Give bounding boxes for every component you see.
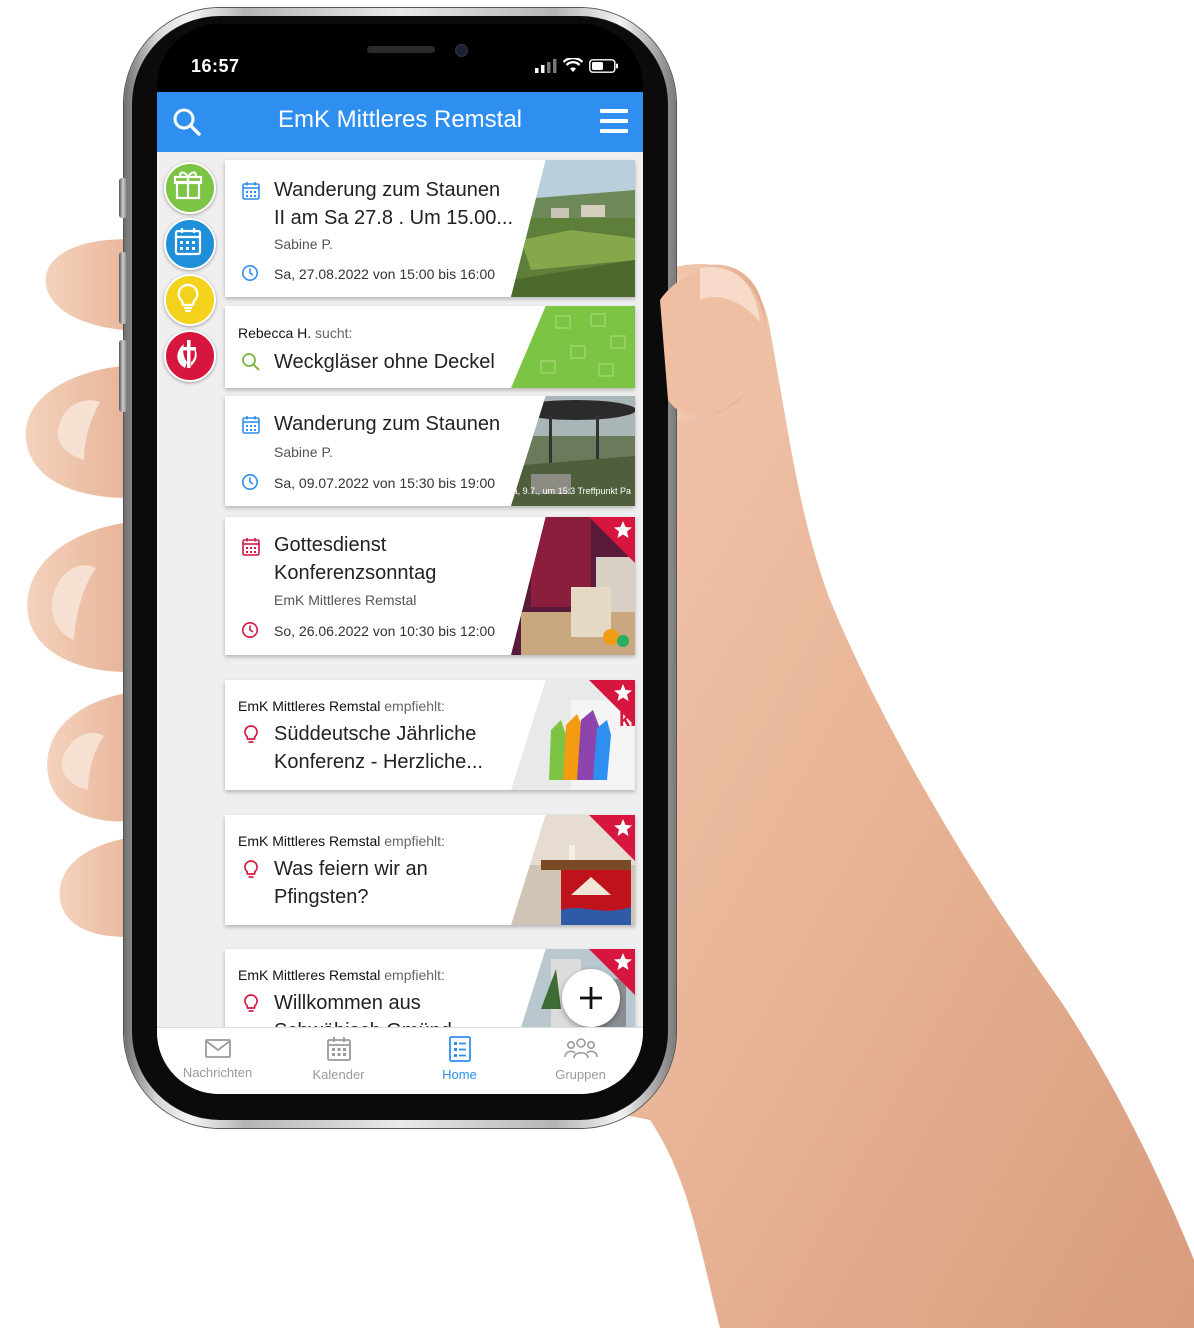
feed-card-recommendation[interactable]: EmK Mittleres Remstal empfiehlt: Süddeut… xyxy=(225,680,635,790)
list-icon xyxy=(448,1036,471,1062)
feed-card-event[interactable]: Wanderung zum Staunen Sabine P. Sa, 09.0… xyxy=(225,396,635,506)
category-gift-button[interactable] xyxy=(164,162,216,214)
feed-card-search[interactable]: Rebecca H. sucht: Weckgläser ohne Deckel xyxy=(225,306,635,388)
mail-icon xyxy=(204,1039,231,1058)
lead-suffix: empfiehlt: xyxy=(380,698,445,714)
calendar-icon xyxy=(242,182,260,200)
lead-name: EmK Mittleres Remstal xyxy=(238,967,381,983)
tab-label: Nachrichten xyxy=(182,1065,253,1080)
category-idea-button[interactable] xyxy=(164,274,216,326)
calendar-icon xyxy=(326,1037,351,1061)
card-lead: EmK Mittleres Remstal empfiehlt: xyxy=(238,698,445,714)
calendar-icon xyxy=(242,538,260,556)
group-icon xyxy=(563,1038,598,1059)
plus-icon xyxy=(580,987,602,1009)
card-title: Wanderung zum Staunen xyxy=(274,413,501,435)
card-author: Sabine P. xyxy=(274,236,333,252)
bottom-tab-bar: Nachrichten Kalender Home Gruppen xyxy=(157,1027,643,1094)
card-title: Wanderung zum Staunen II am Sa 27.8 . Um… xyxy=(274,179,514,229)
clock-icon xyxy=(242,265,258,281)
tab-kalender[interactable]: Kalender xyxy=(278,1028,399,1094)
status-time: 16:57 xyxy=(191,56,240,76)
lead-suffix: empfiehlt: xyxy=(380,833,445,849)
tab-label: Home xyxy=(442,1067,477,1082)
lead-name: EmK Mittleres Remstal xyxy=(238,698,381,714)
calendar-icon xyxy=(174,228,202,256)
search-icon xyxy=(242,353,260,371)
lead-suffix: sucht: xyxy=(311,325,353,341)
tab-label: Kalender xyxy=(312,1067,365,1082)
card-title: Weckgläser ohne Deckel xyxy=(274,351,495,373)
card-date: Sa, 09.07.2022 von 15:30 bis 19:00 xyxy=(274,475,496,491)
thumb-caption: Sa, 9.7., um 15:3 Treffpunkt Pa xyxy=(511,486,631,496)
featured-star-badge xyxy=(589,680,635,726)
thumb-caption-line1: Sa, 9.7., um 15:3 Treffpunkt Pa xyxy=(511,486,631,496)
app-window: EmK Mittleres Remstal Wanderung zum Stau… xyxy=(157,92,643,1094)
phone-volume-down xyxy=(119,340,127,412)
lead-suffix: empfiehlt: xyxy=(380,967,445,983)
card-lead: Rebecca H. sucht: xyxy=(238,325,352,341)
page-title: EmK Mittleres Remstal xyxy=(277,106,523,133)
card-thumbnail-gift-pattern xyxy=(511,306,635,388)
card-date: Sa, 27.08.2022 von 15:00 bis 16:00 xyxy=(274,266,496,282)
hamburger-menu-icon[interactable] xyxy=(599,106,629,136)
battery-icon xyxy=(589,59,618,73)
card-author: EmK Mittleres Remstal xyxy=(274,592,417,608)
card-lead: EmK Mittleres Remstal empfiehlt: xyxy=(238,833,445,849)
calendar-icon xyxy=(242,416,260,434)
front-camera xyxy=(455,44,468,57)
app-header: EmK Mittleres Remstal xyxy=(157,92,643,152)
clock-icon xyxy=(242,622,258,638)
phone-mute-switch xyxy=(119,178,127,218)
add-post-button[interactable] xyxy=(562,969,620,1027)
clock-icon xyxy=(242,474,258,490)
card-lead: EmK Mittleres Remstal empfiehlt: xyxy=(238,967,445,983)
lightbulb-icon xyxy=(244,725,258,743)
featured-star-badge xyxy=(589,815,635,861)
lightbulb-icon xyxy=(177,283,199,313)
gift-icon xyxy=(173,171,203,200)
status-icons xyxy=(535,58,619,73)
phone-volume-up xyxy=(119,252,127,324)
tab-home[interactable]: Home xyxy=(399,1028,520,1094)
card-title: Süddeutsche Jährliche Konferenz - Herzli… xyxy=(274,723,483,773)
speaker-grille xyxy=(367,46,435,53)
card-date: So, 26.06.2022 von 10:30 bis 12:00 xyxy=(274,623,496,639)
card-title: Was feiern wir an Pfingsten? xyxy=(274,858,428,908)
wifi-icon xyxy=(563,58,583,72)
card-author: Sabine P. xyxy=(274,444,333,460)
category-calendar-button[interactable] xyxy=(164,218,216,270)
feed-card-event[interactable]: Wanderung zum Staunen II am Sa 27.8 . Um… xyxy=(225,160,635,297)
tab-label: Gruppen xyxy=(555,1067,606,1082)
lead-name: EmK Mittleres Remstal xyxy=(238,833,381,849)
card-thumbnail-pavilion: Sa, 9.7., um 15:3 Treffpunkt Pa xyxy=(511,396,635,506)
tab-gruppen[interactable]: Gruppen xyxy=(520,1028,641,1094)
card-thumbnail-landscape xyxy=(511,160,635,297)
tab-nachrichten[interactable]: Nachrichten xyxy=(157,1028,278,1094)
lead-name: Rebecca H. xyxy=(238,325,312,341)
category-church-button[interactable] xyxy=(164,330,216,382)
feed-card-featured-event[interactable]: Gottesdienst Konferenzsonntag EmK Mittle… xyxy=(225,517,635,655)
phone-screen: 16:57 EmK Mittleres Remstal Wanderung zu… xyxy=(157,24,643,1094)
feed-card-recommendation[interactable]: EmK Mittleres Remstal empfiehlt: Was fei… xyxy=(225,815,635,925)
lightbulb-icon xyxy=(244,994,258,1012)
featured-star-badge xyxy=(589,517,635,563)
card-title: Gottesdienst Konferenzsonntag xyxy=(274,534,437,584)
cross-flame-icon xyxy=(177,340,197,368)
lightbulb-icon xyxy=(244,860,258,878)
signal-icon xyxy=(535,59,557,73)
